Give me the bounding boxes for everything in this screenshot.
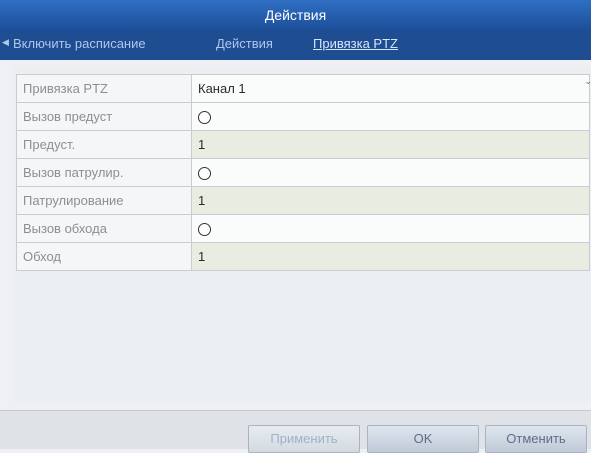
chevron-down-icon[interactable]: ⌄ [584, 76, 591, 87]
cancel-button[interactable]: Отменить [485, 425, 587, 453]
row-label: Предуст. [16, 130, 192, 159]
tour-value-field[interactable]: 1 [191, 242, 590, 271]
tab-bar: ◀ Включить расписание Действия Привязка … [0, 30, 591, 60]
preset-value-field[interactable]: 1 [191, 130, 590, 159]
preset-call-radio[interactable] [198, 111, 211, 125]
table-row: Патрулирование 1 [16, 186, 590, 215]
preset-call-cell [191, 102, 590, 131]
row-label: Привязка PTZ [16, 74, 192, 103]
tab-ptz-link[interactable]: Привязка PTZ [313, 36, 398, 51]
tour-call-radio[interactable] [198, 223, 211, 237]
patrol-call-radio[interactable] [198, 167, 211, 181]
tab-schedule[interactable]: Включить расписание [13, 36, 146, 51]
table-row: Предуст. 1 [16, 130, 590, 159]
ptz-channel-select[interactable]: Канал 1 ⌄ [191, 74, 591, 103]
button-bar: Применить OK Отменить [0, 410, 591, 453]
row-label: Вызов патрулир. [16, 158, 192, 187]
patrol-value-field[interactable]: 1 [191, 186, 590, 215]
tour-call-cell [191, 214, 590, 243]
table-row: Вызов обхода [16, 214, 590, 243]
table-row: Привязка PTZ Канал 1 ⌄ [16, 74, 591, 103]
ok-button[interactable]: OK [367, 425, 479, 453]
row-label: Вызов предуст [16, 102, 192, 131]
table-row: Вызов патрулир. [16, 158, 590, 187]
row-label: Обход [16, 242, 192, 271]
back-arrow-icon[interactable]: ◀ [2, 37, 9, 48]
patrol-call-cell [191, 158, 590, 187]
table-row: Обход 1 [16, 242, 590, 271]
settings-panel: Привязка PTZ Канал 1 ⌄ Вызов предуст Пре… [12, 66, 591, 402]
row-label: Патрулирование [16, 186, 192, 215]
tab-actions[interactable]: Действия [216, 36, 273, 51]
select-value: Канал 1 [198, 81, 246, 96]
settings-table: Привязка PTZ Канал 1 ⌄ Вызов предуст Пре… [16, 74, 591, 271]
table-row: Вызов предуст [16, 102, 590, 131]
row-label: Вызов обхода [16, 214, 192, 243]
apply-button[interactable]: Применить [248, 425, 360, 453]
window-title: Действия [0, 0, 591, 30]
